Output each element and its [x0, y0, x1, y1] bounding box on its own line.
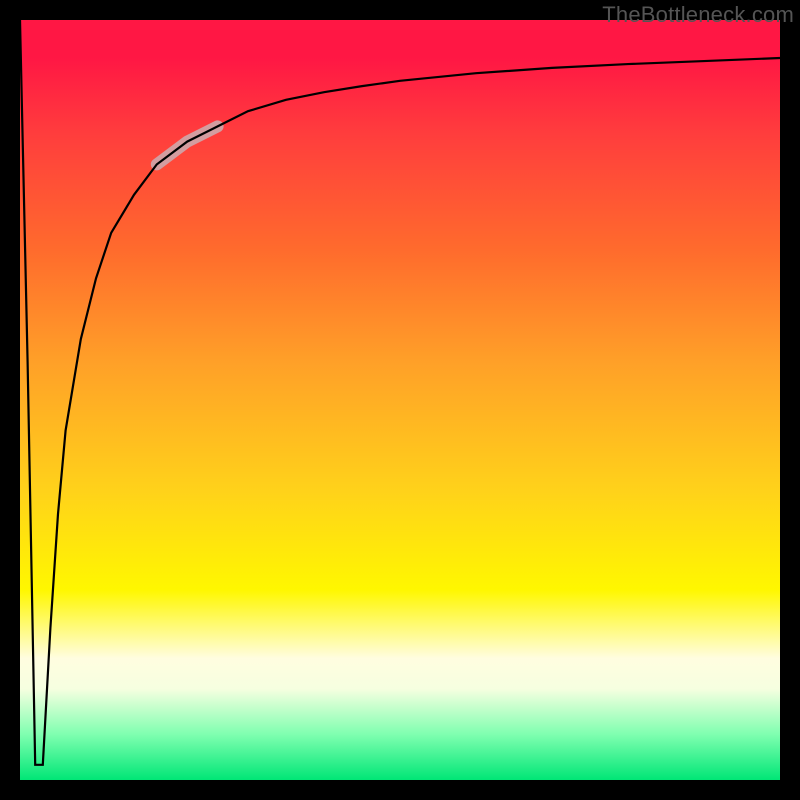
- chart-svg: [20, 20, 780, 780]
- main-curve: [20, 20, 780, 765]
- chart-frame: TheBottleneck.com: [0, 0, 800, 800]
- watermark-text: TheBottleneck.com: [602, 2, 794, 28]
